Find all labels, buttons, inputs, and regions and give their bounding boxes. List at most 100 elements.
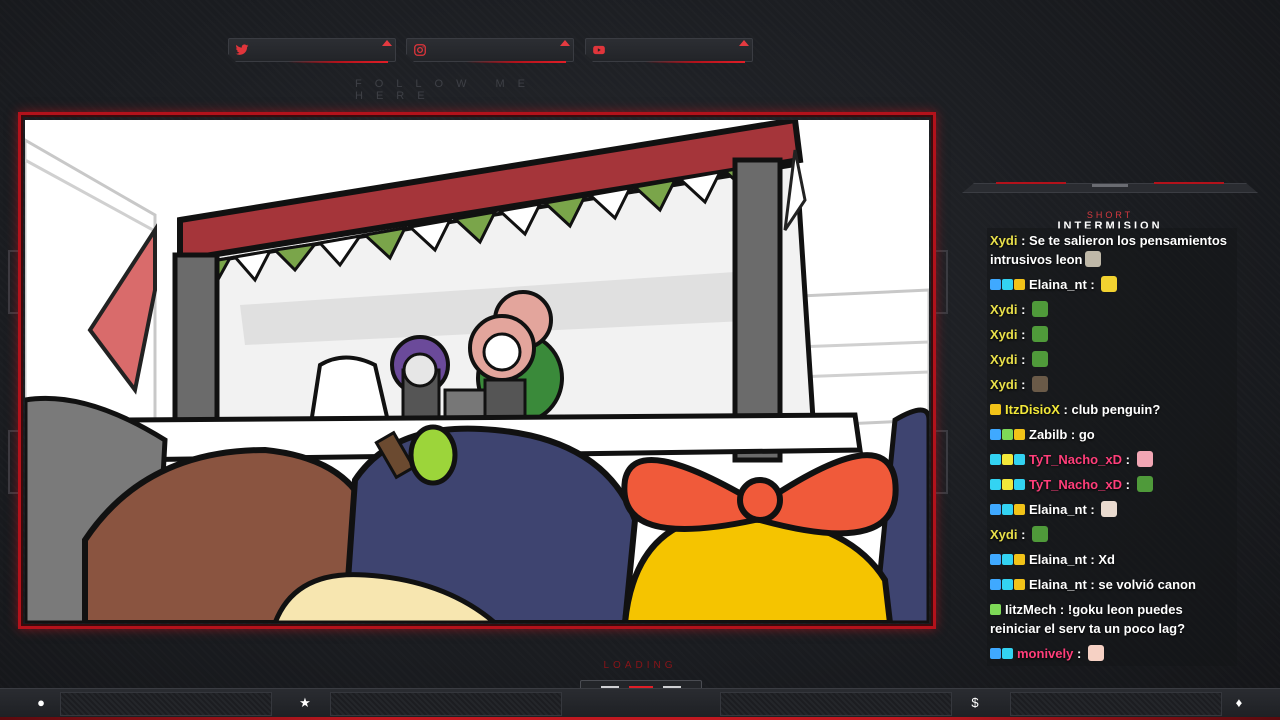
- chat-separator: :: [1121, 452, 1134, 467]
- chat-username[interactable]: Xydi: [990, 302, 1017, 317]
- chat-separator: :: [1086, 577, 1099, 592]
- chat-badge-icon: [1014, 554, 1025, 565]
- chat-username[interactable]: TyT_Nacho_xD: [1029, 452, 1122, 467]
- chat-badge-icon: [1002, 504, 1013, 515]
- chat-username[interactable]: Xydi: [990, 233, 1017, 248]
- loading-text: LOADING: [603, 660, 677, 671]
- chat-text: se volvió canon: [1098, 577, 1196, 592]
- chat-username[interactable]: Xydi: [990, 377, 1017, 392]
- chat-separator: :: [1086, 552, 1099, 567]
- chat-username[interactable]: Xydi: [990, 352, 1017, 367]
- chat-separator: :: [1017, 233, 1030, 248]
- pepe-emote: [1032, 301, 1049, 317]
- frame-decoration: [934, 430, 948, 494]
- chat-header-decoration: [962, 178, 1258, 196]
- frog-emote: [1085, 251, 1102, 267]
- chat-username[interactable]: ItzDisioX: [1005, 402, 1060, 417]
- pikachu-emote: [1101, 276, 1118, 292]
- chat-username[interactable]: TyT_Nacho_xD: [1029, 477, 1122, 492]
- chat-separator: :: [1086, 502, 1099, 517]
- instagram-icon: [414, 44, 426, 56]
- youtube-icon: [593, 45, 605, 55]
- hand-emote: [1087, 645, 1104, 661]
- chat-username[interactable]: IitzMech: [1005, 602, 1056, 617]
- chat-separator: :: [1067, 427, 1079, 442]
- chat-message: Xydi :: [987, 522, 1237, 547]
- chat-badge-icon: [1002, 648, 1013, 659]
- chat-username[interactable]: Elaina_nt: [1029, 277, 1087, 292]
- user-icon[interactable]: ●: [32, 694, 50, 712]
- chat-separator: :: [1121, 477, 1134, 492]
- chat-message: monively :: [987, 641, 1237, 666]
- chat-badge-icon: [1014, 504, 1025, 515]
- pepe-emote: [1032, 526, 1049, 542]
- chat-badge-icon: [1002, 479, 1013, 490]
- chat-badge-icon: [990, 648, 1001, 659]
- chat-badge-icon: [990, 279, 1001, 290]
- chat-separator: :: [1056, 602, 1068, 617]
- chat-badge-icon: [1002, 279, 1013, 290]
- chat-username[interactable]: Elaina_nt: [1029, 552, 1087, 567]
- dollar-icon[interactable]: $: [966, 694, 984, 712]
- chat-badge-icon: [1002, 579, 1013, 590]
- cartoon-scene-illustration: [25, 120, 929, 623]
- chat-badge-icon: [990, 554, 1001, 565]
- pig-emote: [1136, 451, 1153, 467]
- chat-panel[interactable]: Xydi : Se te salieron los pensamientos i…: [987, 228, 1237, 666]
- chat-username[interactable]: Xydi: [990, 327, 1017, 342]
- chat-message: Xydi :: [987, 347, 1237, 372]
- chat-badge-icon: [1014, 579, 1025, 590]
- chat-message: TyT_Nacho_xD :: [987, 447, 1237, 472]
- chat-message: ItzDisioX : club penguin?: [987, 397, 1237, 422]
- chat-message: TyT_Nacho_xD :: [987, 472, 1237, 497]
- chat-message: Xydi :: [987, 322, 1237, 347]
- chat-title-small: SHORT: [1086, 210, 1134, 220]
- pepe-emote: [1136, 476, 1153, 492]
- stream-video: [25, 120, 929, 623]
- pepe-emote: [1032, 326, 1049, 342]
- chat-separator: :: [1073, 646, 1085, 661]
- bottom-bar: ● ★ $ ♦: [0, 682, 1280, 720]
- twitter-link[interactable]: [228, 38, 396, 63]
- drop-icon[interactable]: ♦: [1230, 694, 1248, 712]
- chat-separator: :: [1017, 302, 1030, 317]
- chat-text: club penguin?: [1071, 402, 1161, 417]
- chat-message: Zabilb : go: [987, 422, 1237, 447]
- follow-me-text: FOLLOW ME HERE: [355, 78, 539, 102]
- star-icon[interactable]: ★: [296, 694, 314, 712]
- twitter-icon: [235, 44, 249, 55]
- chat-message: Elaina_nt : Xd: [987, 547, 1237, 572]
- chat-separator: :: [1086, 277, 1099, 292]
- chat-message: IitzMech : !goku leon puedes reiniciar e…: [987, 597, 1237, 641]
- chat-message: Elaina_nt : se volvió canon: [987, 572, 1237, 597]
- chat-text: go: [1078, 427, 1095, 442]
- chat-badge-icon: [990, 454, 1001, 465]
- instagram-link[interactable]: [406, 38, 574, 63]
- chat-badge-icon: [1002, 454, 1013, 465]
- chat-badge-icon: [1002, 429, 1013, 440]
- chat-badge-icon: [990, 604, 1001, 615]
- pepe-emote: [1032, 351, 1049, 367]
- chat-message: Xydi : Se te salieron los pensamientos i…: [987, 228, 1237, 272]
- dog-emote: [1032, 376, 1049, 392]
- chat-username[interactable]: Xydi: [990, 527, 1017, 542]
- chat-username[interactable]: Zabilb: [1029, 427, 1067, 442]
- chat-message: Elaina_nt :: [987, 497, 1237, 522]
- chat-badge-icon: [990, 404, 1001, 415]
- chat-separator: :: [1017, 527, 1030, 542]
- chat-separator: :: [1059, 402, 1072, 417]
- chat-message: Elaina_nt :: [987, 272, 1237, 297]
- chat-username[interactable]: monively: [1017, 646, 1073, 661]
- chat-username[interactable]: Elaina_nt: [1029, 577, 1087, 592]
- youtube-link[interactable]: [585, 38, 753, 63]
- chat-separator: :: [1017, 327, 1030, 342]
- chat-badge-icon: [1014, 479, 1025, 490]
- chat-badge-icon: [1002, 554, 1013, 565]
- chat-separator: :: [1017, 352, 1030, 367]
- chat-badge-icon: [990, 429, 1001, 440]
- chat-badge-icon: [1014, 429, 1025, 440]
- chat-message: Xydi :: [987, 297, 1237, 322]
- chat-badge-icon: [990, 479, 1001, 490]
- chat-badge-icon: [1014, 454, 1025, 465]
- chat-username[interactable]: Elaina_nt: [1029, 502, 1087, 517]
